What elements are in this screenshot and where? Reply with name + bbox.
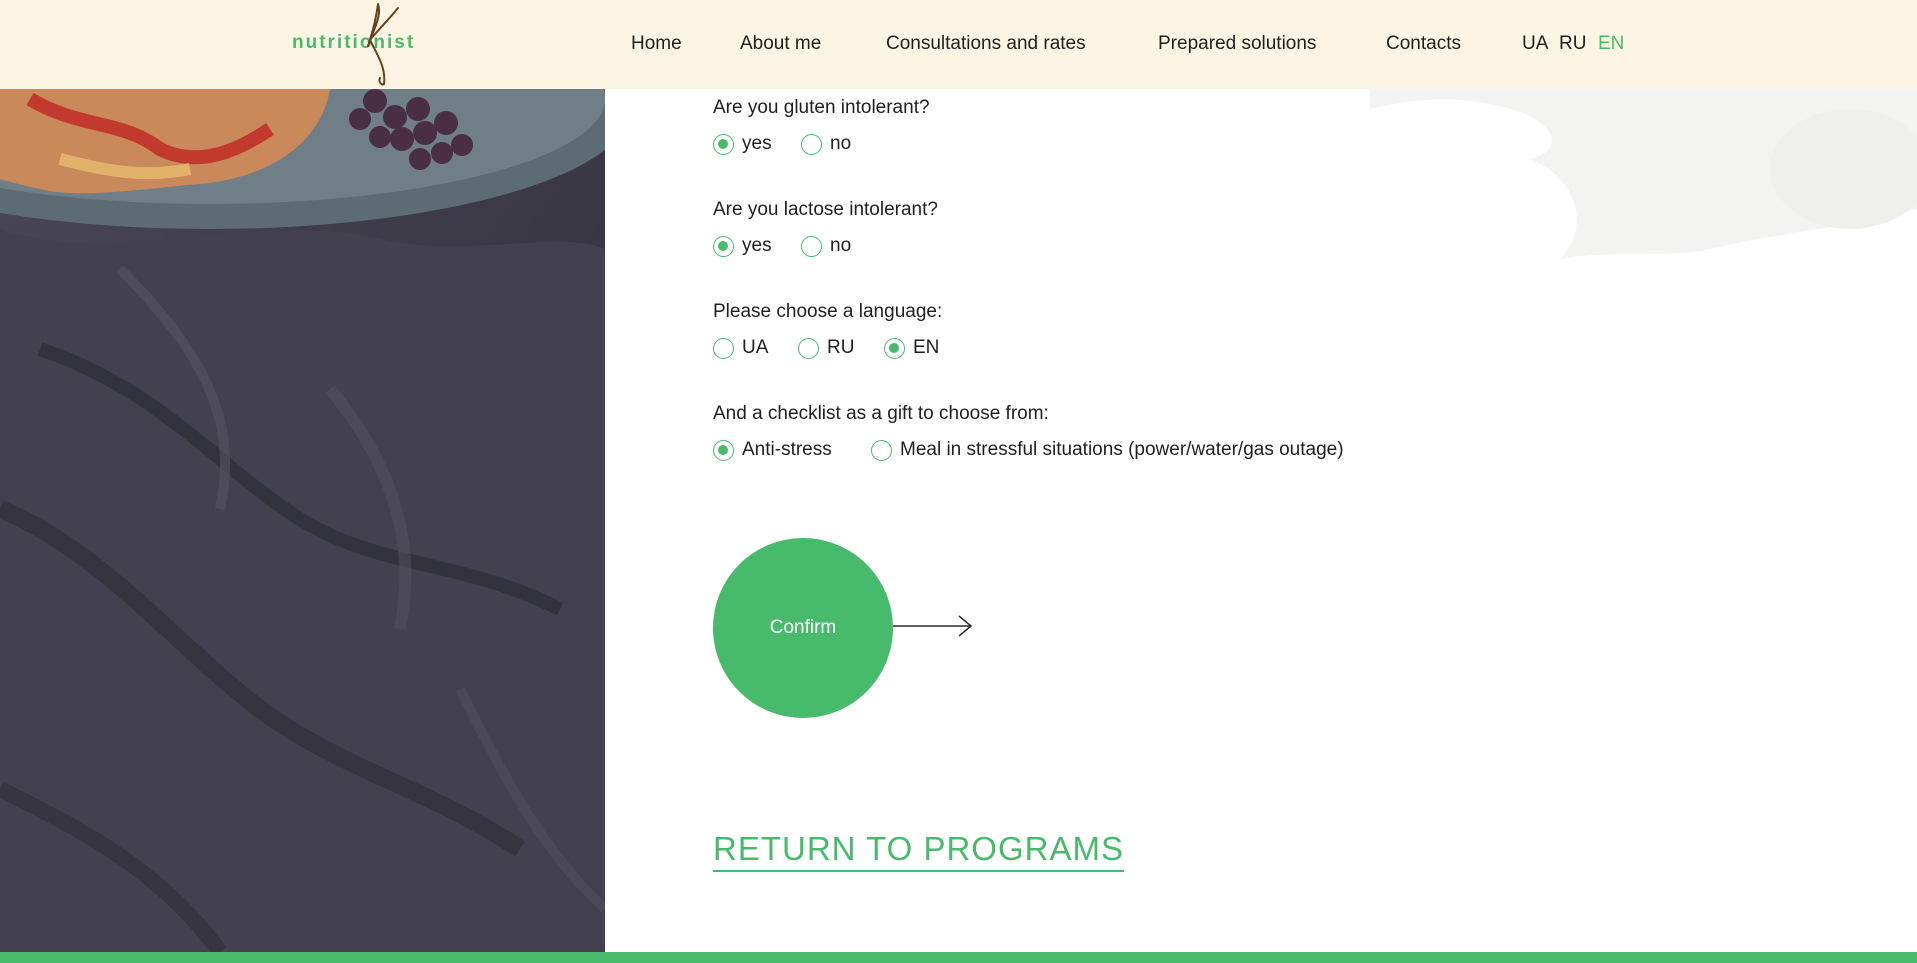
option-label: yes [742,235,772,256]
language-en-radio[interactable]: EN [884,337,939,359]
gluten-question: Are you gluten intolerant? [713,97,930,118]
checklist-meal-stress-radio[interactable]: Meal in stressful situations (power/wate… [871,439,1344,461]
option-label: no [830,133,852,154]
lactose-no-radio[interactable]: no [801,235,851,257]
lactose-yes-radio[interactable]: yes [713,235,772,257]
arrow-right-icon [893,615,973,637]
lang-ua[interactable]: UA [1522,33,1548,55]
nav-home[interactable]: Home [631,33,682,55]
option-label: EN [913,337,940,358]
option-label: no [830,235,852,256]
option-label: Meal in stressful situations (power/wate… [900,439,1344,460]
lang-en-active[interactable]: EN [1598,33,1624,55]
nav-consultations-rates[interactable]: Consultations and rates [886,33,1086,55]
option-label: Anti-stress [742,439,832,460]
gluten-yes-radio[interactable]: yes [713,133,772,155]
option-label: UA [742,337,769,358]
radio-checked-icon[interactable] [884,337,905,359]
site-header: nutritionist Home About me Consultations… [0,0,1917,89]
radio-unchecked-icon[interactable] [798,337,819,359]
radio-checked-icon[interactable] [713,439,734,461]
gluten-no-radio[interactable]: no [801,133,851,155]
checklist-anti-stress-radio[interactable]: Anti-stress [713,439,832,461]
nav-about-me[interactable]: About me [740,33,821,55]
nav-prepared-solutions[interactable]: Prepared solutions [1158,33,1316,55]
decorative-leaf-icon [1370,89,1917,259]
radio-unchecked-icon[interactable] [801,235,822,257]
logo-signature-icon [367,3,399,86]
food-photo [0,89,605,952]
radio-checked-icon[interactable] [713,235,734,257]
radio-unchecked-icon[interactable] [713,337,734,359]
logo[interactable]: nutritionist [292,0,422,89]
radio-unchecked-icon[interactable] [871,439,892,461]
option-label: RU [827,337,855,358]
checklist-question: And a checklist as a gift to choose from… [713,403,1049,424]
confirm-button[interactable]: Confirm [713,538,893,718]
footer-bar [0,952,1917,963]
nav-contacts[interactable]: Contacts [1386,33,1461,55]
language-ru-radio[interactable]: RU [798,337,854,359]
language-question: Please choose a language: [713,301,943,322]
option-label: yes [742,133,772,154]
return-to-programs-link[interactable]: RETURN TO PROGRAMS [713,830,1124,872]
lang-ru[interactable]: RU [1559,33,1586,55]
language-ua-radio[interactable]: UA [713,337,768,359]
radio-unchecked-icon[interactable] [801,133,822,155]
lactose-question: Are you lactose intolerant? [713,199,938,220]
radio-checked-icon[interactable] [713,133,734,155]
